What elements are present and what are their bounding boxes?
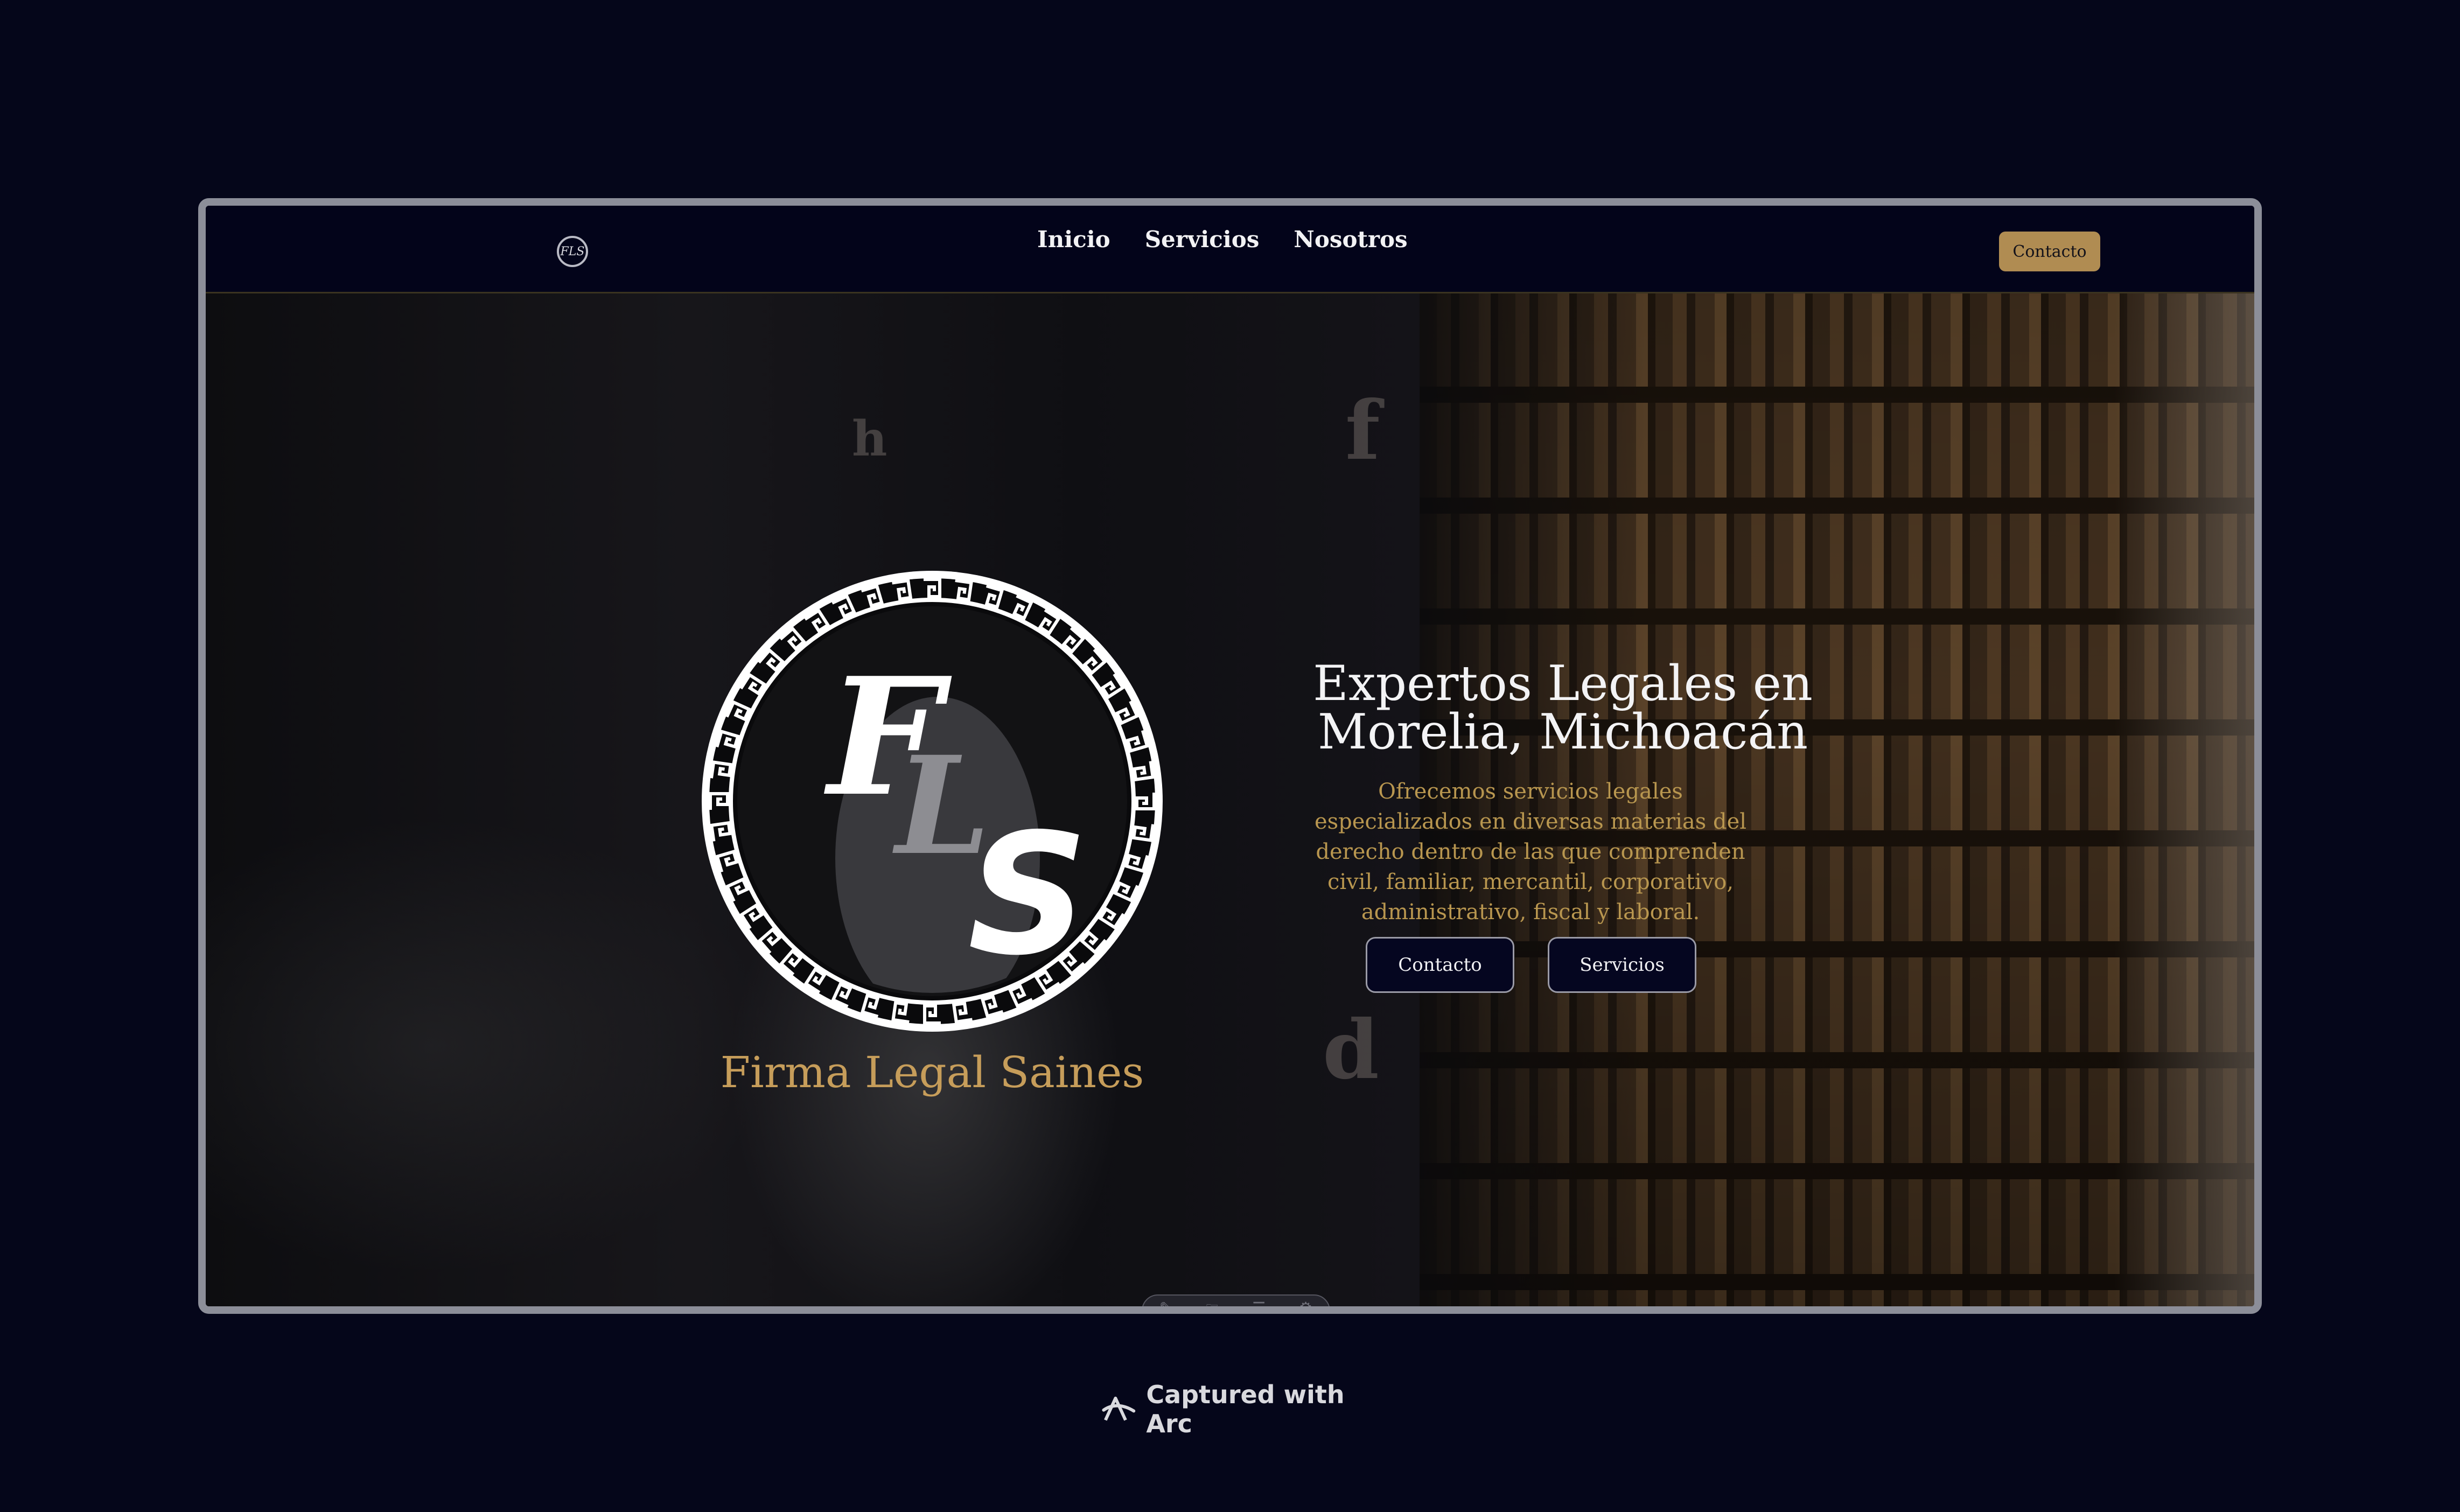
headline-line-2: Morelia, Michoacán xyxy=(1317,704,1808,760)
toolbar-menu-icon[interactable]: ☰ xyxy=(1252,1299,1266,1306)
floating-toolbar[interactable]: ✎ ☞ ☰ ⚙ xyxy=(1142,1294,1330,1306)
nav-link-nosotros[interactable]: Nosotros xyxy=(1294,226,1407,253)
nav-link-servicios[interactable]: Servicios xyxy=(1145,226,1260,253)
emblem-letter-s: S xyxy=(968,798,1088,992)
nav-contact-button[interactable]: Contacto xyxy=(1999,232,2100,271)
hero-headline: Expertos Legales en Morelia, Michoacán xyxy=(1294,660,1832,757)
hero-description: Ofrecemos servicios legales especializad… xyxy=(1314,779,1747,925)
firm-name: Firma Legal Saines xyxy=(720,1047,1144,1097)
arc-logo-icon xyxy=(1102,1396,1136,1421)
deco-letter-f: f xyxy=(1345,383,1380,478)
deco-letter-d: d xyxy=(1323,1003,1379,1097)
hero-services-button[interactable]: Servicios xyxy=(1548,937,1696,993)
toolbar-tool-icon[interactable]: ✎ xyxy=(1159,1299,1172,1306)
toolbar-hand-icon[interactable]: ☞ xyxy=(1205,1299,1219,1306)
arc-capture-footer: Captured with Arc xyxy=(1102,1380,1360,1438)
fls-logo-icon[interactable]: FLS xyxy=(557,236,588,267)
nav-link-inicio[interactable]: Inicio xyxy=(1037,226,1110,253)
browser-window: FLS Inicio Servicios Nosotros Contacto h… xyxy=(198,198,2262,1314)
toolbar-settings-icon[interactable]: ⚙ xyxy=(1299,1299,1312,1306)
capture-label: Captured with Arc xyxy=(1146,1380,1345,1438)
top-navbar: FLS Inicio Servicios Nosotros Contacto xyxy=(206,206,2254,293)
hero-section: h f d F L S Firma Legal Saines Expertos … xyxy=(206,292,2254,1306)
nav-links: Inicio Servicios Nosotros xyxy=(1037,226,1408,253)
deco-letter-h: h xyxy=(852,410,887,467)
foreground-figure xyxy=(2114,292,2254,1306)
hero-contact-button[interactable]: Contacto xyxy=(1366,937,1514,993)
fls-emblem-logo: F L S xyxy=(702,571,1163,1032)
